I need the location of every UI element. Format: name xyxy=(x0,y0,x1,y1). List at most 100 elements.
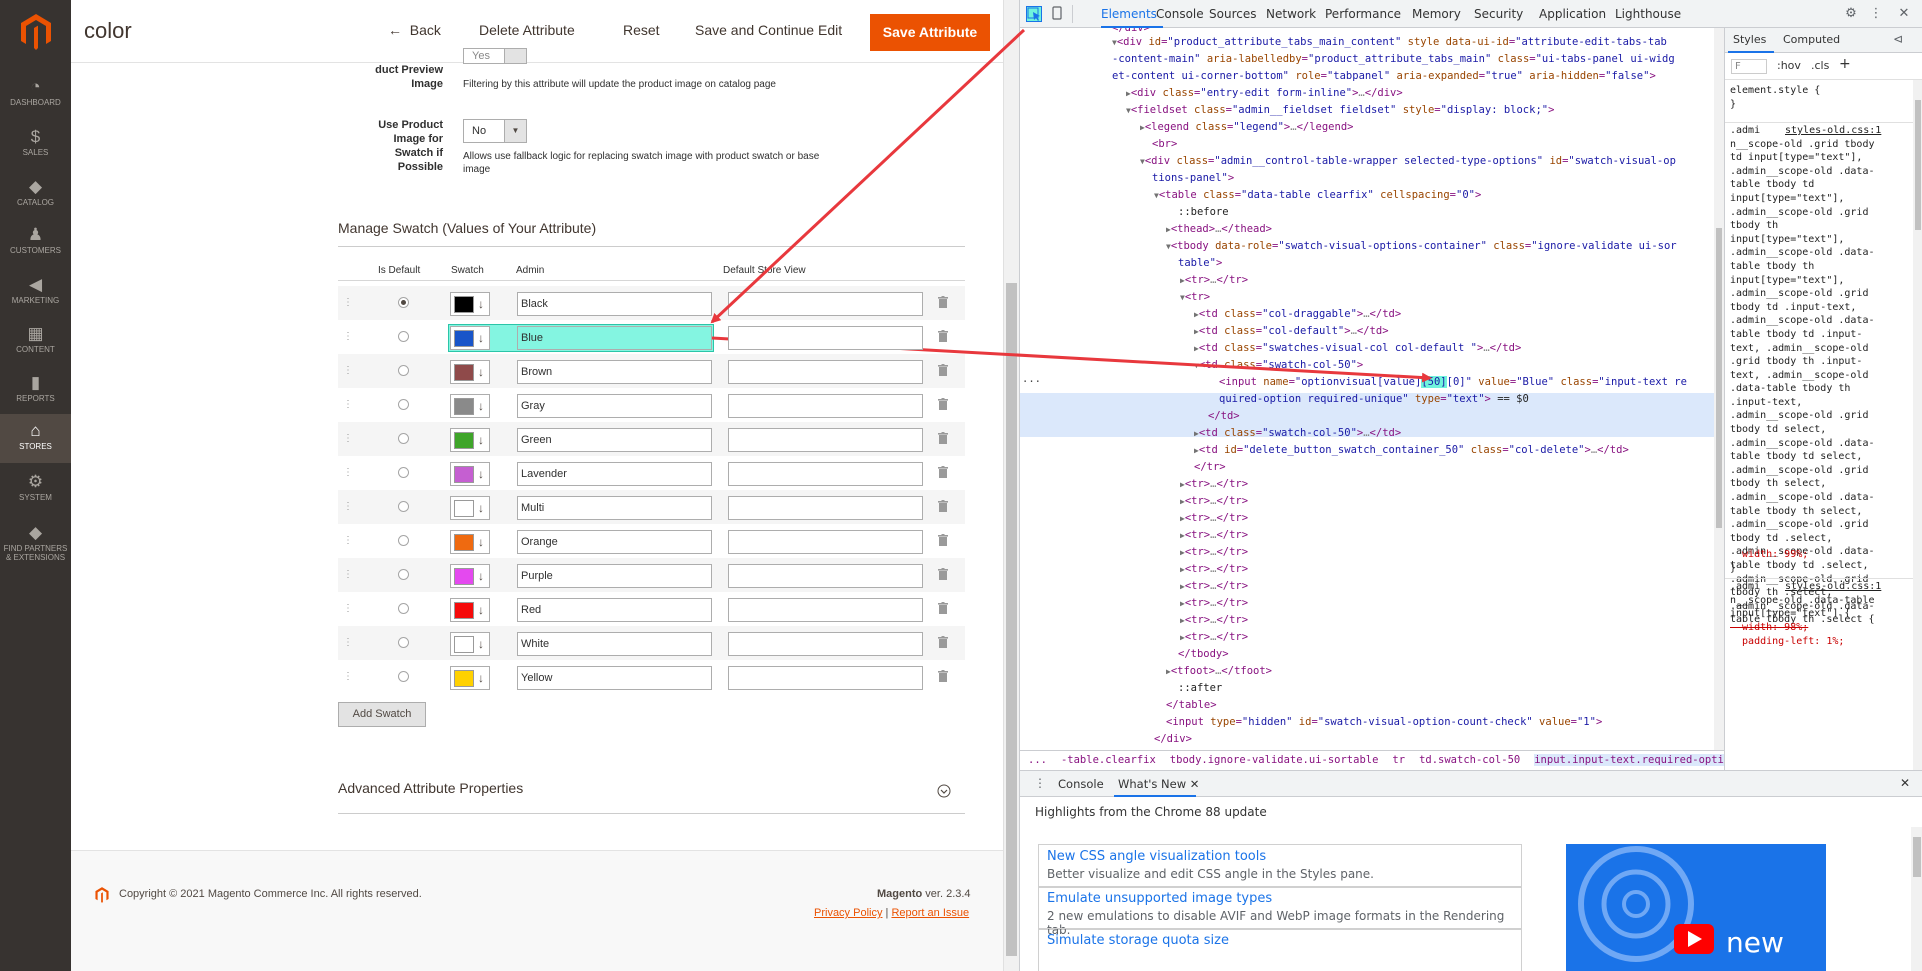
breadcrumb-item[interactable]: input.input-text.required-option.require… xyxy=(1534,754,1724,766)
drag-handle-icon[interactable]: ⋮ xyxy=(343,331,353,342)
trash-icon[interactable] xyxy=(938,500,948,512)
swatch-picker[interactable]: ↓ xyxy=(450,564,490,588)
feature-card-title[interactable]: Simulate storage quota size xyxy=(1047,933,1513,948)
dom-line[interactable]: ▶<tr>…</tr> xyxy=(1180,493,1248,510)
dom-line[interactable]: ▶<td class="col-default">…</td> xyxy=(1194,323,1389,340)
dom-line[interactable]: ▶<tr>…</tr> xyxy=(1180,544,1248,561)
store-view-input[interactable] xyxy=(728,326,923,350)
dom-line[interactable]: </div> xyxy=(1154,731,1192,748)
store-view-input[interactable] xyxy=(728,666,923,690)
dom-line[interactable]: ▼<tbody data-role="swatch-visual-options… xyxy=(1166,238,1677,255)
trash-icon[interactable] xyxy=(938,364,948,376)
drag-handle-icon[interactable]: ⋮ xyxy=(343,433,353,444)
dom-line[interactable]: et-content ui-corner-bottom" role="tabpa… xyxy=(1112,68,1656,85)
sidebar-item-system[interactable]: ⚙ SYSTEM xyxy=(0,465,71,514)
swatch-picker[interactable]: ↓ xyxy=(450,598,490,622)
element-style-rule[interactable]: element.style { } xyxy=(1730,84,1820,111)
settings-gear-icon[interactable]: ⚙ xyxy=(1843,6,1859,22)
is-default-radio[interactable] xyxy=(398,399,409,410)
drag-handle-icon[interactable]: ⋮ xyxy=(343,297,353,308)
feature-card[interactable]: Simulate storage quota size xyxy=(1038,928,1522,971)
store-view-input[interactable] xyxy=(728,360,923,384)
trash-icon[interactable] xyxy=(938,636,948,648)
store-view-input[interactable] xyxy=(728,292,923,316)
sidebar-toggle-icon[interactable]: ⊲ xyxy=(1893,32,1909,46)
swatch-picker[interactable]: ↓ xyxy=(450,326,490,350)
css-prop-width[interactable]: width: 99%; xyxy=(1730,548,1808,562)
feature-card[interactable]: New CSS angle visualization tools Better … xyxy=(1038,844,1522,888)
drag-handle-icon[interactable]: ⋮ xyxy=(343,365,353,376)
close-icon[interactable]: ✕ xyxy=(1896,6,1912,22)
sidebar-item-sales[interactable]: $ SALES xyxy=(0,120,71,169)
cls-toggle[interactable]: .cls xyxy=(1811,59,1829,72)
sidebar-item-find-partners[interactable]: ◆ FIND PARTNERS & EXTENSIONS xyxy=(0,516,71,565)
is-default-radio[interactable] xyxy=(398,535,409,546)
sidebar-item-stores[interactable]: ⌂ STORES xyxy=(0,414,71,463)
delete-attribute-button[interactable]: Delete Attribute xyxy=(479,22,575,38)
trash-icon[interactable] xyxy=(938,432,948,444)
dom-line[interactable]: ▶<tr>…</tr> xyxy=(1180,527,1248,544)
sidebar-item-customers[interactable]: ♟ CUSTOMERS xyxy=(0,218,71,267)
admin-value-input[interactable]: Red xyxy=(517,598,712,622)
devtools-tab-lighthouse[interactable]: Lighthouse xyxy=(1615,7,1681,21)
admin-value-input[interactable]: Green xyxy=(517,428,712,452)
is-default-radio[interactable] xyxy=(398,671,409,682)
dom-line[interactable]: <br> xyxy=(1152,136,1177,153)
dom-line[interactable]: ▶<tr>…</tr> xyxy=(1180,476,1248,493)
devtools-tab-elements[interactable]: Elements xyxy=(1101,7,1157,21)
admin-value-input[interactable]: Yellow xyxy=(517,666,712,690)
dom-line[interactable]: ▶<tr>…</tr> xyxy=(1180,561,1248,578)
dom-line[interactable]: ▶<tr>…</tr> xyxy=(1180,629,1248,646)
drawer-tab-console[interactable]: Console xyxy=(1058,777,1104,791)
dom-line-selected[interactable]: <input name="optionvisual[value][50][0]"… xyxy=(1219,374,1687,391)
trash-icon[interactable] xyxy=(938,534,948,546)
chrome-update-promo-image[interactable]: new xyxy=(1566,844,1826,971)
swatch-picker[interactable]: ↓ xyxy=(450,530,490,554)
reset-button[interactable]: Reset xyxy=(623,22,660,38)
admin-value-input[interactable]: Lavender xyxy=(517,462,712,486)
css-rule-selector[interactable]: .admi n__scope-old .data-table input[typ… xyxy=(1730,580,1875,621)
dom-line[interactable]: tions-panel"> xyxy=(1152,170,1234,187)
dom-line[interactable]: table"> xyxy=(1178,255,1222,272)
breadcrumb-item[interactable]: -table.clearfix xyxy=(1061,754,1156,766)
drag-handle-icon[interactable]: ⋮ xyxy=(343,637,353,648)
sidebar-item-catalog[interactable]: ◆ CATALOG xyxy=(0,170,71,219)
admin-value-input[interactable]: White xyxy=(517,632,712,656)
is-default-radio[interactable] xyxy=(398,637,409,648)
store-view-input[interactable] xyxy=(728,530,923,554)
dom-line[interactable]: ▶<thead>…</thead> xyxy=(1166,221,1272,238)
elements-dom-tree[interactable]: </div> ▼<div id="product_attribute_tabs_… xyxy=(1020,28,1724,750)
css-prop-padding-left[interactable]: padding-left: 1%; xyxy=(1730,635,1844,649)
is-default-radio[interactable] xyxy=(398,331,409,342)
devtools-tab-application[interactable]: Application xyxy=(1539,7,1606,21)
dom-line[interactable]: ▶<legend class="legend">…</legend> xyxy=(1140,119,1353,136)
trash-icon[interactable] xyxy=(938,398,948,410)
trash-icon[interactable] xyxy=(938,602,948,614)
advanced-properties-title[interactable]: Advanced Attribute Properties xyxy=(338,780,523,796)
elements-scrollbar[interactable] xyxy=(1714,28,1724,750)
sidebar-item-marketing[interactable]: ◀ MARKETING xyxy=(0,268,71,317)
trash-icon[interactable] xyxy=(938,466,948,478)
breadcrumb-item[interactable]: ... xyxy=(1028,754,1047,766)
is-default-radio[interactable] xyxy=(398,297,409,308)
swatch-picker[interactable]: ↓ xyxy=(450,632,490,656)
swatch-picker[interactable]: ↓ xyxy=(450,666,490,690)
store-view-input[interactable] xyxy=(728,632,923,656)
scrollbar-thumb[interactable] xyxy=(1915,100,1921,230)
scrollbar-thumb[interactable] xyxy=(1716,228,1722,528)
devtools-tab-security[interactable]: Security xyxy=(1474,7,1523,21)
more-vertical-icon[interactable]: ⋮ xyxy=(1868,6,1884,22)
store-view-input[interactable] xyxy=(728,462,923,486)
admin-value-input[interactable]: Black xyxy=(517,292,712,316)
dom-line[interactable]: ▶<div class="entry-edit form-inline">…</… xyxy=(1126,85,1403,102)
admin-value-input[interactable]: Blue xyxy=(517,326,712,350)
is-default-radio[interactable] xyxy=(398,603,409,614)
add-swatch-button[interactable]: Add Swatch xyxy=(338,702,426,727)
dom-line[interactable]: ▼<fieldset class="admin__fieldset fields… xyxy=(1126,102,1554,119)
save-continue-button[interactable]: Save and Continue Edit xyxy=(695,22,842,38)
admin-value-input[interactable]: Multi xyxy=(517,496,712,520)
breadcrumb-item[interactable]: tr xyxy=(1392,754,1405,766)
devtools-tab-console[interactable]: Console xyxy=(1156,7,1204,21)
dom-line[interactable]: ▶<tr>…</tr> xyxy=(1180,612,1248,629)
dom-line[interactable]: -content-main" aria-labelledby="product_… xyxy=(1112,51,1675,68)
